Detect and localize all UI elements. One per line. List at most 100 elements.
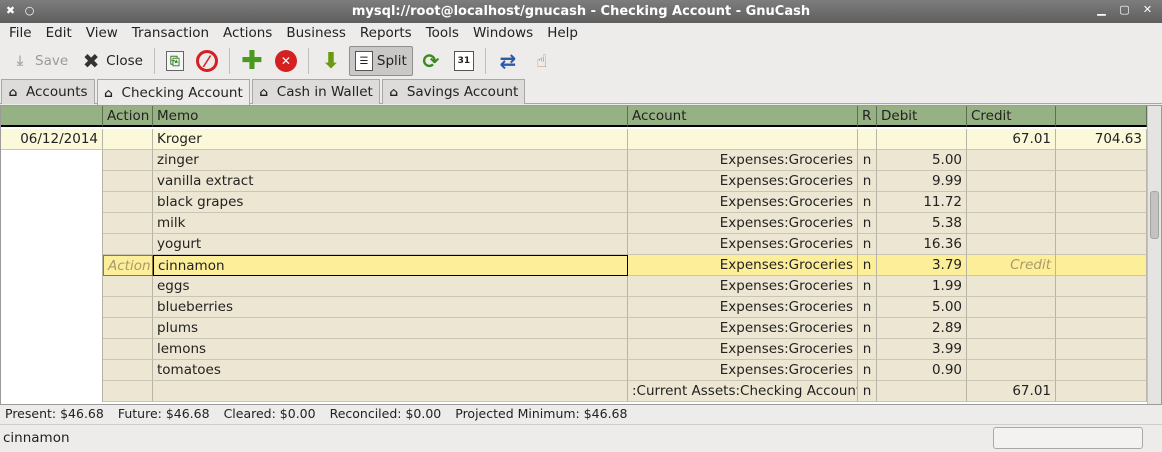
split-debit[interactable] xyxy=(877,381,967,402)
cancel-transaction-button[interactable]: ✕ xyxy=(270,46,302,76)
split-r[interactable]: n xyxy=(858,192,877,213)
split-memo[interactable]: eggs xyxy=(153,276,628,297)
split-memo[interactable]: milk xyxy=(153,213,628,234)
split-row[interactable]: blueberries Expenses:Groceries n 5.00 xyxy=(1,297,1147,318)
register-scrollbar[interactable] xyxy=(1147,106,1161,404)
transaction-date[interactable]: 06/12/2014 xyxy=(1,129,103,150)
transaction-num[interactable] xyxy=(103,129,153,150)
split-debit[interactable]: 1.99 xyxy=(877,276,967,297)
transaction-credit[interactable]: 67.01 xyxy=(967,129,1056,150)
active-split-row[interactable]: Action cinnamon Expenses:Groceries n 3.7… xyxy=(1,255,1147,276)
split-action[interactable] xyxy=(103,381,153,402)
split-credit[interactable]: 67.01 xyxy=(967,381,1056,402)
split-memo[interactable]: lemons xyxy=(153,339,628,360)
split-action[interactable] xyxy=(103,318,153,339)
split-debit[interactable]: 11.72 xyxy=(877,192,967,213)
split-action[interactable] xyxy=(103,297,153,318)
split-r[interactable]: n xyxy=(858,234,877,255)
split-credit[interactable] xyxy=(967,339,1056,360)
split-r[interactable]: n xyxy=(858,339,877,360)
split-r[interactable]: n xyxy=(858,381,877,402)
menu-help[interactable]: Help xyxy=(540,23,585,43)
split-memo[interactable]: tomatoes xyxy=(153,360,628,381)
split-memo[interactable]: yogurt xyxy=(153,234,628,255)
split-memo[interactable]: vanilla extract xyxy=(153,171,628,192)
menu-windows[interactable]: Windows xyxy=(466,23,540,43)
duplicate-transaction-button[interactable]: ⎘ xyxy=(161,46,189,76)
jump-button[interactable]: ⟳ xyxy=(415,46,447,76)
blank-transaction-button[interactable]: ⬇ xyxy=(315,46,347,76)
split-credit[interactable] xyxy=(967,150,1056,171)
close-button[interactable]: ✖ Close xyxy=(75,46,148,76)
save-button[interactable]: ⤓ Save xyxy=(4,46,73,76)
transaction-r[interactable] xyxy=(858,129,877,150)
split-row[interactable]: :Current Assets:Checking Account n 67.01 xyxy=(1,381,1147,402)
split-row[interactable]: yogurt Expenses:Groceries n 16.36 xyxy=(1,234,1147,255)
menu-view[interactable]: View xyxy=(79,23,125,43)
menu-business[interactable]: Business xyxy=(279,23,353,43)
split-r[interactable]: n xyxy=(858,276,877,297)
split-row[interactable]: eggs Expenses:Groceries n 1.99 xyxy=(1,276,1147,297)
scrollbar-thumb[interactable] xyxy=(1150,191,1159,239)
tab-checking-account[interactable]: ⌂ Checking Account xyxy=(96,79,250,105)
enter-transaction-button[interactable]: ✚ xyxy=(236,46,268,76)
split-r[interactable]: n xyxy=(858,171,877,192)
split-account[interactable]: Expenses:Groceries xyxy=(628,234,858,255)
menu-reports[interactable]: Reports xyxy=(353,23,419,43)
split-credit[interactable] xyxy=(967,297,1056,318)
split-action[interactable] xyxy=(103,360,153,381)
split-row[interactable]: zinger Expenses:Groceries n 5.00 xyxy=(1,150,1147,171)
split-action[interactable] xyxy=(103,276,153,297)
split-memo[interactable]: blueberries xyxy=(153,297,628,318)
split-credit[interactable] xyxy=(967,360,1056,381)
split-debit[interactable]: 0.90 xyxy=(877,360,967,381)
transaction-row[interactable]: 06/12/2014 Kroger 67.01 704.63 xyxy=(1,129,1147,150)
menu-edit[interactable]: Edit xyxy=(39,23,79,43)
split-row[interactable]: black grapes Expenses:Groceries n 11.72 xyxy=(1,192,1147,213)
split-r[interactable]: n xyxy=(858,150,877,171)
split-credit[interactable] xyxy=(967,318,1056,339)
split-row[interactable]: vanilla extract Expenses:Groceries n 9.9… xyxy=(1,171,1147,192)
split-memo[interactable]: zinger xyxy=(153,150,628,171)
menu-file[interactable]: File xyxy=(2,23,39,43)
maximize-icon[interactable]: ▢ xyxy=(1118,3,1131,16)
split-account[interactable]: Expenses:Groceries xyxy=(628,255,858,276)
tab-cash-in-wallet[interactable]: ⌂ Cash in Wallet xyxy=(251,79,380,104)
tab-accounts[interactable]: ⌂ Accounts xyxy=(1,79,95,104)
split-action[interactable] xyxy=(103,192,153,213)
schedule-button[interactable]: 31 xyxy=(449,46,479,76)
reconcile-button[interactable]: ☝ xyxy=(526,46,558,76)
split-action-input[interactable]: Action xyxy=(103,255,153,276)
close-window-icon[interactable]: ✕ xyxy=(1141,3,1154,16)
split-credit[interactable] xyxy=(967,171,1056,192)
split-row[interactable]: lemons Expenses:Groceries n 3.99 xyxy=(1,339,1147,360)
split-row[interactable]: plums Expenses:Groceries n 2.89 xyxy=(1,318,1147,339)
split-r[interactable]: n xyxy=(858,297,877,318)
split-debit[interactable]: 16.36 xyxy=(877,234,967,255)
transfer-button[interactable]: ⇄ xyxy=(492,46,524,76)
split-debit[interactable]: 5.38 xyxy=(877,213,967,234)
split-account[interactable]: Expenses:Groceries xyxy=(628,339,858,360)
menu-tools[interactable]: Tools xyxy=(419,23,466,43)
split-account[interactable]: Expenses:Groceries xyxy=(628,318,858,339)
split-account[interactable]: Expenses:Groceries xyxy=(628,360,858,381)
split-action[interactable] xyxy=(103,150,153,171)
transaction-transfer[interactable] xyxy=(628,129,858,150)
split-row[interactable]: tomatoes Expenses:Groceries n 0.90 xyxy=(1,360,1147,381)
menu-actions[interactable]: Actions xyxy=(216,23,279,43)
menu-transaction[interactable]: Transaction xyxy=(125,23,216,43)
split-credit[interactable] xyxy=(967,276,1056,297)
split-account[interactable]: Expenses:Groceries xyxy=(628,171,858,192)
split-credit[interactable] xyxy=(967,213,1056,234)
split-account[interactable]: Expenses:Groceries xyxy=(628,192,858,213)
split-account[interactable]: :Current Assets:Checking Account xyxy=(628,381,858,402)
split-action[interactable] xyxy=(103,234,153,255)
split-account[interactable]: Expenses:Groceries xyxy=(628,150,858,171)
delete-transaction-button[interactable]: ⁄ xyxy=(191,46,223,76)
split-debit[interactable]: 5.00 xyxy=(877,150,967,171)
split-r[interactable]: n xyxy=(858,318,877,339)
split-r[interactable]: n xyxy=(858,213,877,234)
split-action[interactable] xyxy=(103,171,153,192)
split-r[interactable]: n xyxy=(858,360,877,381)
split-debit[interactable]: 9.99 xyxy=(877,171,967,192)
